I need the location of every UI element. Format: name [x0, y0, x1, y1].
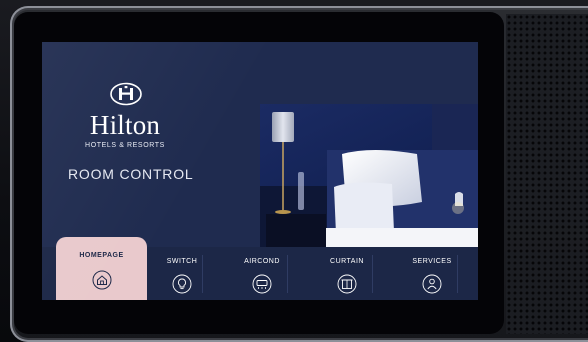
tab-services-label: SERVICES — [412, 258, 452, 265]
home-icon — [92, 270, 111, 290]
tab-switch[interactable]: SWITCH — [146, 247, 218, 300]
speaker-grille — [506, 14, 588, 334]
tab-aircond-label: AIRCOND — [244, 258, 280, 265]
tab-curtain[interactable]: CURTAIN — [303, 247, 391, 300]
air-conditioner-icon — [252, 274, 272, 294]
bottom-navigation: HOMEPAGE SWITCH AIRCOND CURTAIN SERVICES — [42, 237, 478, 300]
tab-homepage-label: HOMEPAGE — [79, 252, 124, 259]
brand-panel: Hilton HOTELS & RESORTS ROOM CONTROL — [42, 42, 242, 247]
curtain-icon — [337, 274, 357, 294]
page-title: ROOM CONTROL — [68, 166, 194, 182]
tab-curtain-label: CURTAIN — [330, 258, 364, 265]
tab-switch-label: SWITCH — [166, 258, 198, 265]
brand-name: Hilton — [89, 110, 161, 140]
hilton-h-logo-icon — [110, 82, 142, 106]
tab-aircond[interactable]: AIRCOND — [218, 247, 306, 300]
scene: Hilton HOTELS & RESORTS ROOM CONTROL HOM… — [0, 0, 588, 342]
hero-room-photo — [242, 42, 478, 247]
tab-homepage[interactable]: HOMEPAGE — [56, 237, 147, 300]
brand-tagline: HOTELS & RESORTS — [85, 142, 165, 149]
touch-screen: Hilton HOTELS & RESORTS ROOM CONTROL HOM… — [42, 42, 478, 300]
tab-services[interactable]: SERVICES — [388, 247, 476, 300]
lightbulb-icon — [172, 274, 192, 294]
person-service-icon — [422, 274, 442, 294]
